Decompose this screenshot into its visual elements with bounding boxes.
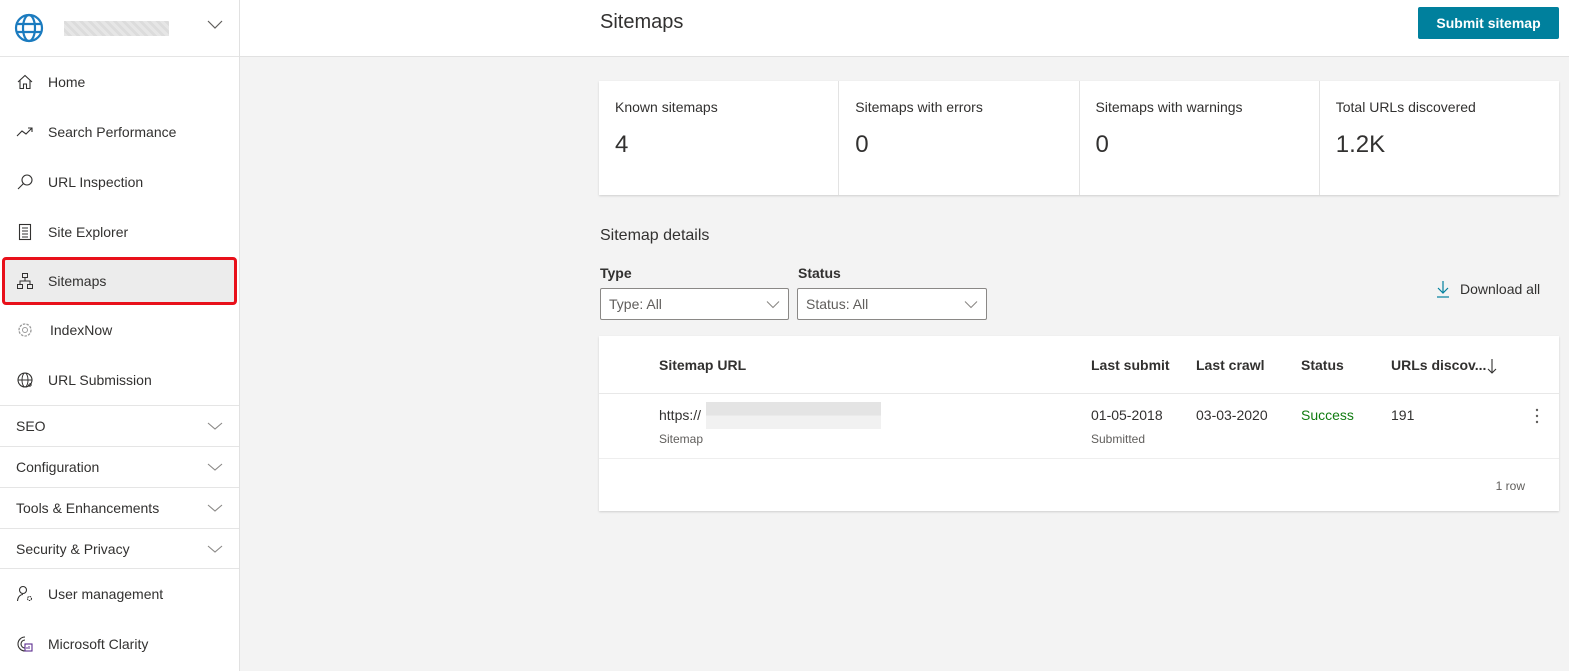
type-filter-label: Type [600,265,632,281]
sidebar-group-tools-enhancements[interactable]: Tools & Enhancements [0,487,239,528]
checklist-icon [16,223,34,241]
download-icon [1437,281,1449,298]
sidebar-item-microsoft-clarity[interactable]: Microsoft Clarity [0,619,239,669]
chevron-down-icon [207,463,223,471]
summary-label: Known sitemaps [615,99,718,115]
last-submit-label: Submitted [1091,432,1146,446]
page-title: Sitemaps [600,11,684,33]
sidebar-item-label: User management [48,586,164,602]
section-title: Sitemap details [600,227,710,244]
summary-label: Sitemaps with warnings [1095,99,1243,115]
table-row[interactable]: https:// Sitemap 01-05-2018 Submitted 03… [599,394,1559,459]
sidebar-item-label: Sitemaps [48,273,107,289]
chevron-down-icon [207,504,223,512]
column-header-last-submit[interactable]: Last submit [1091,357,1170,373]
more-options-icon[interactable] [1534,407,1540,425]
search-icon [16,173,34,191]
globe-icon [14,13,44,43]
home-icon [16,73,34,91]
sitemap-url[interactable]: https:// [659,407,701,423]
sidebar-item-home[interactable]: Home [0,57,239,107]
table-header: Sitemap URL Last submit Last crawl Statu… [599,336,1559,394]
summary-value: 0 [1095,131,1109,158]
sidebar-group-seo[interactable]: SEO [0,405,239,446]
sidebar-group-label: Tools & Enhancements [16,500,160,516]
clarity-icon [16,635,34,653]
sidebar-item-label: Site Explorer [48,224,129,240]
sidebar-group-label: Security & Privacy [16,540,130,557]
sidebar-group-configuration[interactable]: Configuration [0,446,239,487]
summary-card-sitemaps-with-warnings: Sitemaps with warnings 0 [1080,81,1320,195]
download-all-button[interactable]: Download all [1436,280,1540,298]
sidebar-item-url-submission[interactable]: URL Submission [0,355,239,405]
sidebar-item-label: Home [48,74,86,90]
sidebar-item-label: Search Performance [48,124,177,140]
urls-discovered-count: 191 [1391,407,1415,423]
summary-label: Total URLs discovered [1335,99,1476,115]
last-submit-date: 01-05-2018 [1091,407,1163,423]
sitemap-type: Sitemap [659,432,704,446]
sidebar-item-user-management[interactable]: User management [0,569,239,619]
summary-cards: Known sitemaps 4 Sitemaps with errors 0 … [599,81,1559,195]
sidebar-item-label: Microsoft Clarity [48,636,149,652]
last-crawl-date: 03-03-2020 [1196,407,1268,423]
column-header-last-crawl[interactable]: Last crawl [1196,357,1264,373]
summary-value: 1.2K [1335,131,1386,158]
status-filter-select[interactable]: Status: All [797,288,987,320]
row-count: 1 row [1495,479,1525,493]
type-filter-select[interactable]: Type: All [600,288,789,320]
sidebar-item-site-explorer[interactable]: Site Explorer [0,207,239,257]
summary-label: Sitemaps with errors [855,99,983,115]
chevron-down-icon [964,301,978,309]
sidebar-item-sitemaps[interactable]: Sitemaps [2,257,237,305]
sidebar-item-label: URL Submission [48,372,152,388]
user-settings-icon [16,585,34,603]
chevron-down-icon [207,422,223,430]
summary-card-sitemaps-with-errors: Sitemaps with errors 0 [839,81,1080,195]
sidebar-item-search-performance[interactable]: Search Performance [0,107,239,157]
sidebar-group-label: Configuration [16,459,100,475]
sidebar-group-security-privacy[interactable]: Security & Privacy [0,528,239,569]
sidebar-item-url-inspection[interactable]: URL Inspection [0,157,239,207]
download-all-label: Download all [1460,281,1541,297]
gear-icon [16,321,34,339]
status-badge: Success [1301,407,1354,423]
type-filter-value: Type: All [609,296,662,312]
column-header-urls-discovered[interactable]: URLs discov... [1391,357,1486,373]
site-switcher[interactable] [0,0,239,57]
status-filter-value: Status: All [806,296,869,312]
summary-value: 0 [855,131,869,158]
sitemap-icon [16,272,34,290]
chevron-down-icon [766,301,780,309]
sidebar-item-indexnow[interactable]: IndexNow [0,305,239,355]
status-filter-label: Status [798,265,841,281]
sidebar-item-label: URL Inspection [48,174,144,190]
trend-icon [16,123,34,141]
column-header-sitemap-url[interactable]: Sitemap URL [659,357,746,373]
chevron-down-icon [207,545,223,553]
submit-sitemap-button[interactable]: Submit sitemap [1418,7,1559,39]
sitemap-url-redacted [706,402,881,429]
sidebar-group-label: SEO [16,418,46,434]
summary-value: 4 [615,131,629,158]
site-name [64,20,169,36]
top-bar: Sitemaps Submit sitemap [240,0,1569,57]
sitemap-table: Sitemap URL Last submit Last crawl Statu… [599,336,1559,511]
sidebar-item-label: IndexNow [50,322,113,338]
chevron-down-icon [207,20,223,29]
summary-card-known-sitemaps: Known sitemaps 4 [599,81,840,195]
sort-descending-icon[interactable] [1487,358,1497,374]
summary-card-total-urls: Total URLs discovered 1.2K [1320,81,1559,195]
sidebar: Home Search Performance URL Inspection S… [0,0,240,671]
column-header-status[interactable]: Status [1301,357,1344,373]
globe-add-icon [16,371,34,389]
